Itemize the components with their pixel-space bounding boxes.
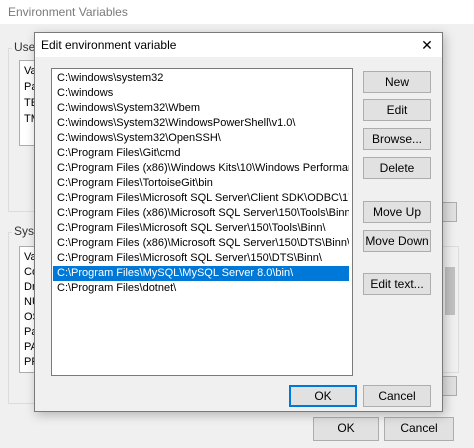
path-item[interactable]: C:\Program Files (x86)\Microsoft SQL Ser… xyxy=(53,236,349,251)
path-item[interactable]: C:\windows\system32 xyxy=(53,71,349,86)
path-item[interactable]: C:\Program Files (x86)\Windows Kits\10\W… xyxy=(53,161,349,176)
scrollbar-thumb[interactable] xyxy=(445,267,455,315)
bg-title-bar: Environment Variables xyxy=(0,0,474,24)
bg-ok-button[interactable]: OK xyxy=(313,417,379,441)
edit-environment-variable-dialog: Edit environment variable ✕ C:\windows\s… xyxy=(34,32,443,412)
browse-button[interactable]: Browse... xyxy=(363,128,431,150)
path-item[interactable]: C:\Program Files (x86)\Microsoft SQL Ser… xyxy=(53,206,349,221)
path-item[interactable]: C:\windows\System32\OpenSSH\ xyxy=(53,131,349,146)
path-list[interactable]: C:\windows\system32 C:\windows C:\window… xyxy=(51,68,353,376)
dialog-title-bar: Edit environment variable ✕ xyxy=(35,33,442,57)
path-item[interactable]: C:\Program Files\Microsoft SQL Server\15… xyxy=(53,251,349,266)
path-item[interactable]: C:\Program Files\Microsoft SQL Server\15… xyxy=(53,221,349,236)
bg-window-title: Environment Variables xyxy=(8,5,128,19)
system-list-scrollbar[interactable] xyxy=(441,246,459,373)
bg-cancel-button[interactable]: Cancel xyxy=(384,417,454,441)
move-down-button[interactable]: Move Down xyxy=(363,230,431,252)
bg-hidden-button[interactable] xyxy=(441,376,457,396)
new-button[interactable]: New xyxy=(363,71,431,93)
dialog-title: Edit environment variable xyxy=(41,38,177,52)
close-icon[interactable]: ✕ xyxy=(412,33,442,57)
path-item-selected[interactable]: C:\Program Files\MySQL\MySQL Server 8.0\… xyxy=(53,266,349,281)
path-item[interactable]: C:\Program Files\Microsoft SQL Server\Cl… xyxy=(53,191,349,206)
move-up-button[interactable]: Move Up xyxy=(363,201,431,223)
bg-hidden-button[interactable] xyxy=(441,202,457,222)
cancel-button[interactable]: Cancel xyxy=(363,385,431,407)
path-item[interactable]: C:\windows\System32\Wbem xyxy=(53,101,349,116)
path-item[interactable]: C:\windows xyxy=(53,86,349,101)
ok-button[interactable]: OK xyxy=(289,385,357,407)
delete-button[interactable]: Delete xyxy=(363,157,431,179)
path-item[interactable]: C:\Program Files\Git\cmd xyxy=(53,146,349,161)
edit-text-button[interactable]: Edit text... xyxy=(363,273,431,295)
path-item[interactable]: C:\windows\System32\WindowsPowerShell\v1… xyxy=(53,116,349,131)
path-item[interactable]: C:\Program Files\TortoiseGit\bin xyxy=(53,176,349,191)
edit-button[interactable]: Edit xyxy=(363,99,431,121)
path-item[interactable]: C:\Program Files\dotnet\ xyxy=(53,281,349,296)
